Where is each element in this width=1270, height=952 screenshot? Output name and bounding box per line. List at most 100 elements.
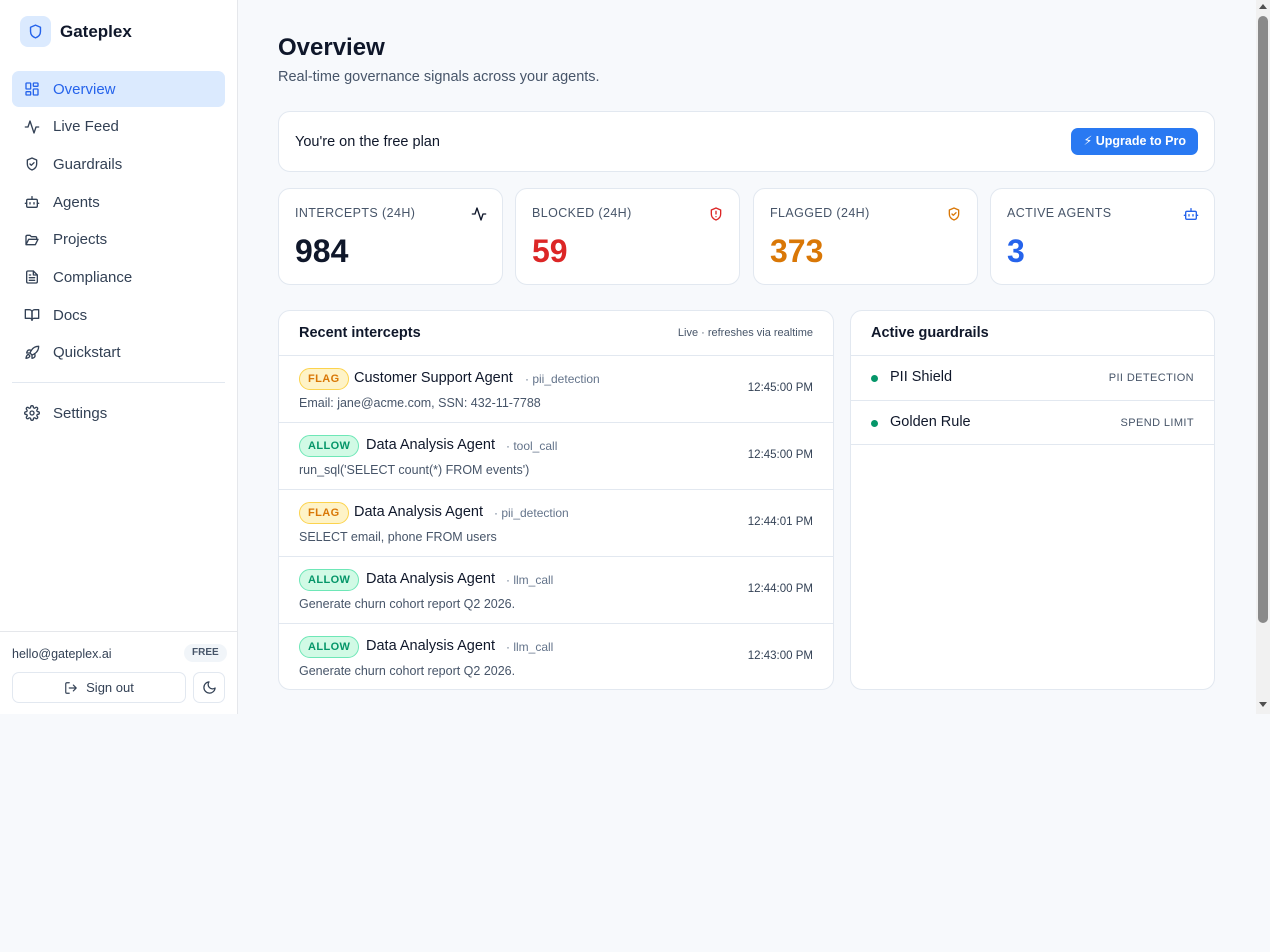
page-title: Overview xyxy=(278,34,385,61)
bot-icon xyxy=(1183,208,1199,220)
sidebar-item-guardrails[interactable]: Guardrails xyxy=(12,146,225,182)
sidebar-divider xyxy=(12,382,225,383)
realtime-note: Live · refreshes via realtime xyxy=(677,327,813,339)
brand-name: Gateplex xyxy=(60,21,132,41)
plan-badge: FREE xyxy=(184,644,227,662)
sidebar-item-label: Agents xyxy=(53,193,100,211)
sidebar-item-live-feed[interactable]: Live Feed xyxy=(12,109,225,145)
sidebar-item-agents[interactable]: Agents xyxy=(12,184,225,220)
sidebar-item-label: Guardrails xyxy=(53,155,123,173)
folder-open-icon xyxy=(25,234,39,246)
event-type: · pii_detection xyxy=(525,372,600,386)
guardrail-kind: PII DETECTION xyxy=(1108,372,1194,384)
upgrade-button[interactable]: ⚡ Upgrade to Pro xyxy=(1071,128,1198,155)
user-email: hello@gateplex.ai xyxy=(12,647,112,661)
sidebar-item-settings[interactable]: Settings xyxy=(12,395,225,431)
log-out-icon xyxy=(65,681,77,694)
stat-label: BLOCKED (24H) xyxy=(532,206,632,220)
sidebar-nav: Overview Live Feed Guardrails Agents Pro… xyxy=(12,71,225,373)
sidebar-item-label: Docs xyxy=(53,306,88,324)
sidebar: Gateplex Overview Live Feed Guardrails A… xyxy=(0,0,238,714)
stat-value: 59 xyxy=(532,233,568,269)
status-badge: FLAG xyxy=(299,502,349,524)
intercept-row[interactable]: FLAG Customer Support Agent · pii_detect… xyxy=(279,356,833,423)
stat-label: ACTIVE AGENTS xyxy=(1007,206,1112,220)
event-detail: Generate churn cohort report Q2 2026. xyxy=(299,597,516,611)
sidebar-item-projects[interactable]: Projects xyxy=(12,222,225,258)
sidebar-item-label: Settings xyxy=(53,404,108,422)
theme-toggle-button[interactable] xyxy=(193,672,225,703)
event-time: 12:43:00 PM xyxy=(747,650,813,662)
scrollbar-thumb[interactable] xyxy=(1258,16,1268,623)
event-time: 12:45:00 PM xyxy=(747,449,813,461)
guardrail-name: Golden Rule xyxy=(890,413,971,430)
plan-banner-text: You're on the free plan xyxy=(295,134,440,150)
brand[interactable]: Gateplex xyxy=(20,16,132,47)
page-scrollbar[interactable] xyxy=(1256,0,1270,714)
card-title: Active guardrails xyxy=(871,325,989,341)
scroll-up-arrow-icon[interactable] xyxy=(1259,4,1267,9)
intercept-row[interactable]: ALLOW Data Analysis Agent · tool_call ru… xyxy=(279,423,833,490)
active-guardrails-card: Active guardrails PII Shield PII DETECTI… xyxy=(850,310,1215,690)
event-type: · tool_call xyxy=(506,439,558,453)
activity-icon xyxy=(24,120,40,134)
status-badge: ALLOW xyxy=(299,435,360,457)
bot-icon xyxy=(24,196,40,209)
intercept-row[interactable]: FLAG Data Analysis Agent · pii_detection… xyxy=(279,490,833,557)
event-type: · llm_call xyxy=(506,640,554,654)
shield-logo-icon xyxy=(20,16,51,47)
sidebar-footer: hello@gateplex.ai FREE Sign out xyxy=(0,631,237,714)
guardrail-item[interactable]: PII Shield PII DETECTION xyxy=(851,356,1214,401)
stat-card-active-agents: ACTIVE AGENTS 3 xyxy=(990,188,1215,285)
agent-name: Data Analysis Agent xyxy=(354,504,483,520)
stat-card-intercepts: INTERCEPTS (24H) 984 xyxy=(278,188,503,285)
sidebar-item-label: Projects xyxy=(53,231,108,249)
app-window: Gateplex Overview Live Feed Guardrails A… xyxy=(0,0,1270,714)
guardrail-item[interactable]: Golden Rule SPEND LIMIT xyxy=(851,401,1214,445)
event-detail: Generate churn cohort report Q2 2026. xyxy=(299,664,516,678)
sidebar-settings-group: Settings xyxy=(12,395,225,433)
stat-card-blocked: BLOCKED (24H) 59 xyxy=(515,188,740,285)
sidebar-item-overview[interactable]: Overview xyxy=(12,71,225,107)
intercept-row[interactable]: ALLOW Data Analysis Agent · llm_call Gen… xyxy=(279,557,833,624)
sidebar-item-quickstart[interactable]: Quickstart xyxy=(12,335,225,371)
sidebar-item-label: Overview xyxy=(53,80,116,98)
guardrail-name: PII Shield xyxy=(890,369,953,385)
stat-label: FLAGGED (24H) xyxy=(770,206,870,220)
event-type: · pii_detection xyxy=(494,506,569,520)
scroll-down-arrow-icon[interactable] xyxy=(1259,702,1267,707)
shield-check-icon xyxy=(26,157,38,172)
stat-value: 3 xyxy=(1007,233,1025,269)
card-header: Active guardrails xyxy=(851,311,1214,356)
document-icon xyxy=(26,270,38,285)
event-time: 12:44:01 PM xyxy=(747,516,813,528)
shield-alert-icon xyxy=(710,207,722,221)
page-subtitle: Real-time governance signals across your… xyxy=(278,69,600,85)
activity-icon xyxy=(471,207,487,221)
agent-name: Data Analysis Agent xyxy=(366,571,495,587)
stat-value: 984 xyxy=(295,233,349,269)
book-icon xyxy=(24,309,40,322)
status-badge: FLAG xyxy=(299,368,349,390)
sign-out-label: Sign out xyxy=(86,680,134,695)
agent-name: Data Analysis Agent xyxy=(366,437,495,453)
sidebar-item-label: Compliance xyxy=(53,268,133,286)
event-detail: SELECT email, phone FROM users xyxy=(299,530,497,544)
card-header: Recent intercepts Live · refreshes via r… xyxy=(279,311,833,356)
agent-name: Customer Support Agent xyxy=(354,370,513,386)
event-detail: run_sql('SELECT count(*) FROM events') xyxy=(299,463,530,477)
sign-out-button[interactable]: Sign out xyxy=(12,672,186,703)
stat-label: INTERCEPTS (24H) xyxy=(295,206,416,220)
intercept-row[interactable]: ALLOW Data Analysis Agent · llm_call Gen… xyxy=(279,624,833,689)
event-time: 12:44:00 PM xyxy=(747,583,813,595)
plan-banner: You're on the free plan ⚡ Upgrade to Pro xyxy=(278,111,1215,172)
status-badge: ALLOW xyxy=(299,636,360,658)
sidebar-item-docs[interactable]: Docs xyxy=(12,297,225,333)
agent-name: Data Analysis Agent xyxy=(366,638,495,654)
card-title: Recent intercepts xyxy=(299,325,421,341)
shield-check-icon xyxy=(948,207,960,221)
sidebar-item-compliance[interactable]: Compliance xyxy=(12,259,225,295)
stat-value: 373 xyxy=(770,233,824,269)
sidebar-item-label: Quickstart xyxy=(53,344,121,362)
main-content: Overview Real-time governance signals ac… xyxy=(238,0,1256,714)
